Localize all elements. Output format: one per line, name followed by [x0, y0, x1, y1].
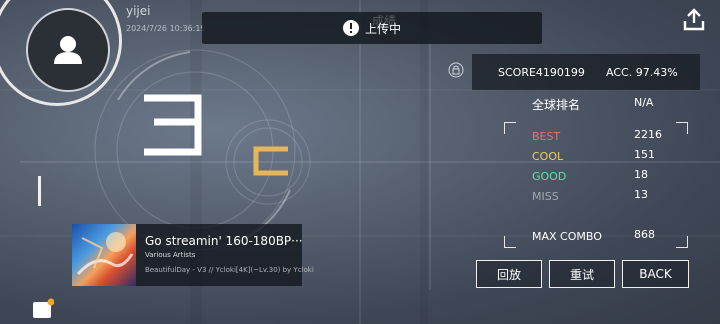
judgement-best-value: 2216	[634, 128, 662, 141]
judgement-miss-label: MISS	[532, 190, 559, 203]
rank-grade	[144, 94, 202, 156]
bracket-top-right	[676, 122, 688, 134]
judgement-best-label: BEST	[532, 130, 561, 143]
retry-button[interactable]: 重试	[549, 260, 615, 288]
score-value: 4190199	[535, 66, 585, 79]
accuracy-value: 97.43%	[635, 66, 678, 79]
upload-status-bar: 成绩 上传中	[202, 12, 542, 44]
bracket-bottom-right	[676, 236, 688, 248]
upload-ghost-text: 成绩	[372, 14, 397, 28]
judgement-cool-value: 151	[634, 148, 655, 161]
rank-sub-grade	[253, 146, 288, 176]
chat-icon[interactable]	[32, 298, 54, 320]
song-artist: Various Artists	[145, 251, 196, 259]
bracket-top-left	[504, 122, 516, 134]
bracket-bottom-left	[504, 236, 516, 248]
play-timestamp: 2024/7/26 10:36:19	[126, 24, 206, 33]
score-text: SCORE4190199	[498, 66, 585, 79]
max-combo-value: 868	[634, 228, 655, 241]
max-combo-label: MAX COMBO	[532, 230, 602, 243]
judgement-miss-value: 13	[634, 188, 648, 201]
player-name: yijei	[126, 4, 151, 18]
global-rank-label: 全球排名	[532, 98, 581, 112]
judgement-cool-label: COOL	[532, 150, 564, 163]
chart-info: BeautifulDay - V3 // Ycloki[4K](~Lv.30) …	[145, 266, 314, 274]
share-upload-icon[interactable]	[680, 6, 708, 34]
lock-icon	[448, 62, 464, 78]
song-title: Go streamin' 160-180BP···	[145, 234, 303, 248]
back-button[interactable]: BACK	[622, 260, 689, 288]
judgement-good-label: GOOD	[532, 170, 567, 183]
left-marker	[38, 176, 41, 206]
accuracy-text: ACC. 97.43%	[606, 66, 678, 79]
user-icon	[54, 36, 82, 64]
judgement-good-value: 18	[634, 168, 648, 181]
info-icon	[342, 20, 359, 36]
replay-button[interactable]: 回放	[476, 260, 542, 288]
avatar[interactable]	[26, 8, 110, 92]
song-cover-art	[72, 224, 136, 286]
global-rank-value: N/A	[634, 96, 654, 109]
